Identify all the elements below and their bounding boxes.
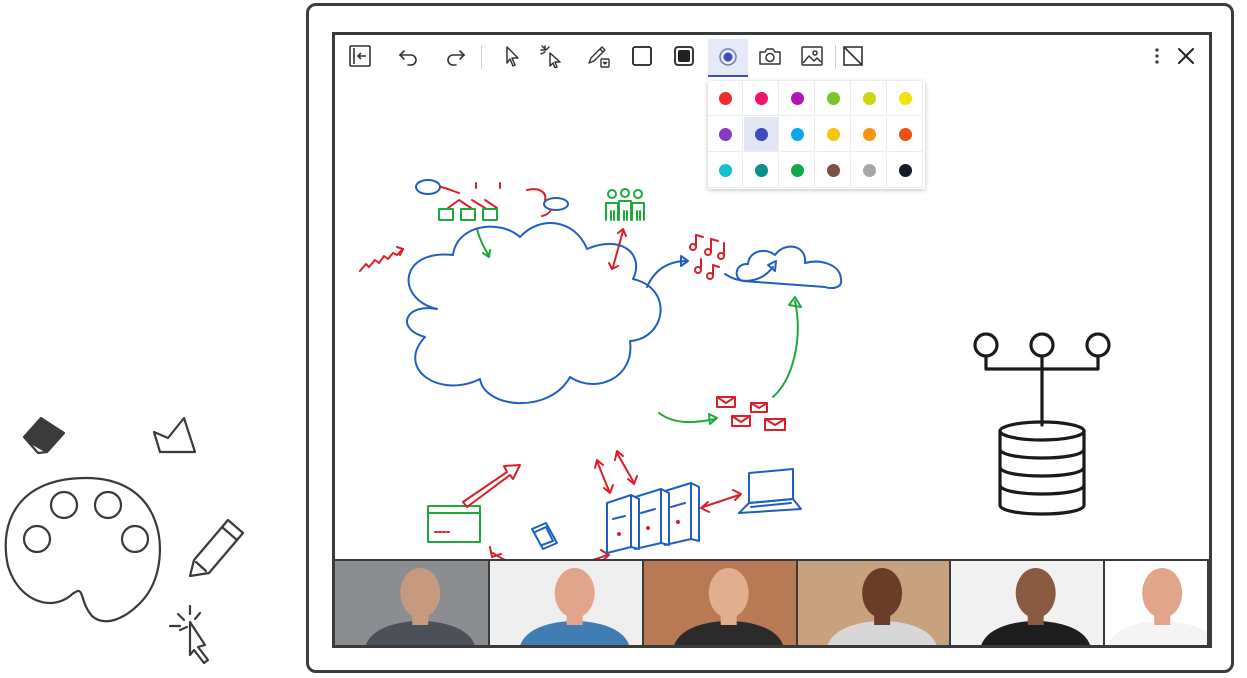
rectangle-fill-button[interactable] (667, 39, 701, 73)
color-dot (862, 127, 876, 141)
people-sketch (605, 188, 645, 221)
color-swatch[interactable] (852, 81, 887, 116)
participant-avatar (951, 561, 1103, 645)
color-swatch[interactable] (852, 117, 887, 152)
click-cursor-doodle-icon (168, 604, 210, 665)
color-dot (898, 163, 912, 177)
color-picker-button[interactable] (708, 39, 748, 77)
rectangle-outline-button[interactable] (625, 39, 659, 73)
color-dot (754, 127, 768, 141)
color-dot (826, 163, 840, 177)
color-dot (718, 163, 732, 177)
network-sketch (415, 179, 569, 258)
redo-icon (447, 50, 466, 66)
clear-board-icon (843, 46, 863, 66)
pencil-dropdown-icon (588, 46, 610, 68)
color-dot (718, 127, 732, 141)
color-swatch[interactable] (744, 117, 779, 152)
participant-video-tile[interactable] (644, 561, 798, 645)
participant-avatar (1105, 561, 1207, 645)
database-network-icon (973, 332, 1111, 516)
color-swatch[interactable] (888, 117, 923, 152)
square-filled-icon (674, 46, 694, 66)
panel-collapse-icon (349, 45, 371, 67)
big-cloud (406, 222, 662, 405)
select-tool-button[interactable] (495, 39, 529, 73)
email-envelopes (716, 396, 786, 431)
toolbar-divider (481, 45, 482, 69)
color-dot (898, 127, 912, 141)
color-dot (754, 91, 768, 105)
more-vertical-icon (1155, 48, 1159, 64)
color-swatch[interactable] (744, 153, 779, 188)
tray-doodle-icon (152, 416, 197, 454)
select-pointer-icon (506, 46, 519, 67)
close-icon (1178, 48, 1194, 64)
color-swatch[interactable] (708, 81, 743, 116)
undo-button[interactable] (391, 39, 425, 73)
collapse-panel-button[interactable] (343, 39, 377, 73)
whiteboard-window (332, 32, 1212, 648)
laser-pointer-icon (540, 45, 561, 68)
color-dot (862, 163, 876, 177)
decorative-doodles (4, 416, 245, 665)
color-swatch[interactable] (780, 153, 815, 188)
color-swatch[interactable] (780, 81, 815, 116)
laser-pointer-button[interactable] (535, 39, 569, 73)
color-palette-popup (708, 81, 925, 189)
color-swatch[interactable] (708, 117, 743, 152)
close-button[interactable] (1169, 39, 1203, 73)
color-swatch[interactable] (888, 81, 923, 116)
eraser-doodle-icon (22, 416, 66, 455)
browser-window-sketch (427, 505, 481, 543)
paint-palette-doodle-icon (4, 476, 161, 623)
color-swatch[interactable] (816, 117, 851, 152)
participant-video-tile[interactable] (951, 561, 1105, 645)
phone-sketch (531, 522, 558, 550)
undo-icon (398, 50, 417, 66)
participant-avatar (335, 561, 488, 645)
participant-avatar (490, 561, 642, 645)
participant-video-tile[interactable] (490, 561, 644, 645)
pencil-doodle-icon (188, 518, 245, 578)
clear-board-button[interactable] (836, 39, 870, 73)
color-swatch[interactable] (852, 153, 887, 188)
color-swatch[interactable] (744, 81, 779, 116)
red-squiggle (359, 248, 404, 272)
color-dot (826, 91, 840, 105)
participant-video-tile[interactable] (1105, 561, 1209, 645)
color-dot (718, 91, 732, 105)
color-swatch[interactable] (816, 153, 851, 188)
color-dot (754, 163, 768, 177)
server-rack-sketch (606, 482, 700, 554)
color-picker-icon (719, 48, 737, 66)
music-notes (689, 234, 725, 280)
image-icon (801, 46, 823, 66)
redo-button[interactable] (439, 39, 473, 73)
participant-video-tile[interactable] (335, 561, 490, 645)
participant-avatar (798, 561, 949, 645)
square-outline-icon (632, 46, 652, 66)
color-dot (862, 91, 876, 105)
color-dot (790, 163, 804, 177)
color-dot (790, 127, 804, 141)
color-dot (826, 127, 840, 141)
color-swatch[interactable] (888, 153, 923, 188)
snapshot-button[interactable] (753, 39, 787, 73)
small-cloud (735, 245, 843, 289)
color-swatch[interactable] (708, 153, 743, 188)
pen-tool-button[interactable] (581, 39, 615, 73)
insert-image-button[interactable] (795, 39, 829, 73)
toolbar (335, 35, 1209, 79)
camera-icon (759, 48, 781, 65)
color-dot (898, 91, 912, 105)
participant-avatar (644, 561, 796, 645)
participant-video-tile[interactable] (798, 561, 951, 645)
laptop-sketch (738, 468, 802, 514)
color-dot (790, 91, 804, 105)
color-swatch[interactable] (816, 81, 851, 116)
color-swatch[interactable] (780, 117, 815, 152)
participant-video-strip (335, 559, 1209, 645)
